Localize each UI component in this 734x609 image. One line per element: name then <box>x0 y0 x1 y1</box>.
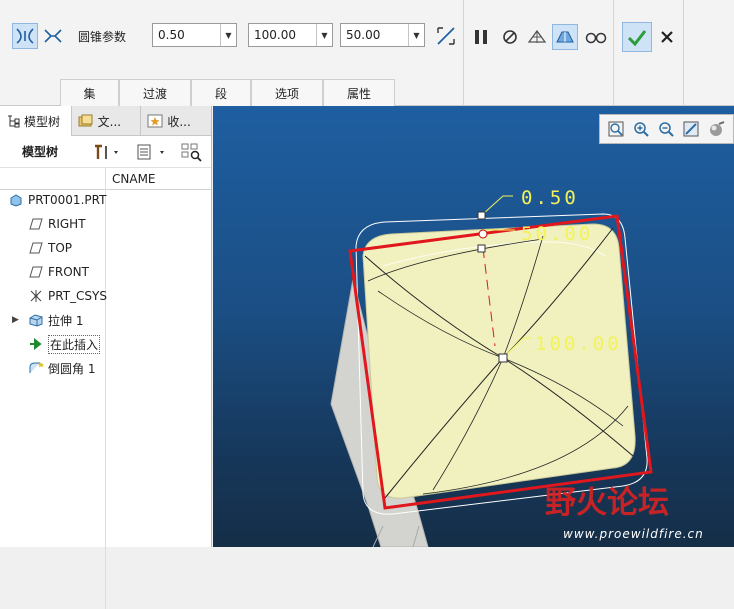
tree-item-label: 拉伸 1 <box>48 313 84 328</box>
show-list-icon[interactable] <box>136 143 170 161</box>
zoom-out-icon[interactable] <box>656 119 676 139</box>
cancel-close-icon[interactable] <box>654 24 680 50</box>
tab-model-tree[interactable]: 模型树 <box>0 106 72 136</box>
favorites-icon <box>147 114 163 128</box>
filter-icon[interactable] <box>180 142 204 162</box>
folder-icon <box>78 114 93 127</box>
ribbon-tabs: 集 过渡 段 选项 属性 <box>60 79 395 106</box>
datum-plane-icon <box>28 216 44 232</box>
drag-handle[interactable] <box>477 244 486 253</box>
tree-item-extrude[interactable]: ▶ 拉伸 1 <box>12 309 83 331</box>
tab-label: 文... <box>97 114 122 129</box>
tree-item-label: RIGHT <box>48 217 86 231</box>
round-feature-icon <box>28 360 44 376</box>
chevron-down-icon[interactable]: ▼ <box>220 24 236 46</box>
datum-plane-icon <box>28 240 44 256</box>
graphics-viewport[interactable]: 0.50 50.00 100.00 野火论坛 www.proewildfire.… <box>213 106 734 547</box>
ok-check-icon[interactable] <box>622 22 652 52</box>
verify-glasses-icon[interactable] <box>583 24 609 50</box>
repaint-icon[interactable] <box>681 119 701 139</box>
conic-value: 0.50 <box>158 28 185 42</box>
tree-item-label: FRONT <box>48 265 89 279</box>
toolbar-title: 模型树 <box>22 145 59 159</box>
model-tree-icon <box>8 115 20 128</box>
chevron-down-icon[interactable]: ▼ <box>408 24 424 46</box>
tree-item-top[interactable]: TOP <box>28 237 72 259</box>
pause-icon[interactable] <box>468 24 494 50</box>
tab-pieces[interactable]: 段 <box>191 79 251 106</box>
expand-arrow-icon[interactable]: ▶ <box>12 315 24 325</box>
divider <box>463 0 464 106</box>
chamfer-set-icon[interactable] <box>40 23 66 49</box>
tree-column-header: CNAME <box>0 168 211 609</box>
model-graphics[interactable]: 0.50 50.00 100.00 野火论坛 www.proewildfire.… <box>213 106 734 547</box>
distance-2-combo[interactable]: 50.00 ▼ <box>340 23 425 47</box>
tree-item-label: 倒圆角 1 <box>48 361 96 376</box>
conic-value-combo[interactable]: 0.50 ▼ <box>152 23 237 47</box>
tree-item-insert-here[interactable]: 在此插入 <box>28 333 101 355</box>
refit-icon[interactable] <box>606 119 626 139</box>
tab-properties[interactable]: 属性 <box>323 79 395 106</box>
settings-tools-icon[interactable] <box>92 143 122 161</box>
tree-item-label: 在此插入 <box>48 334 101 354</box>
no-preview-icon[interactable] <box>497 24 523 50</box>
drag-handle[interactable] <box>498 353 508 363</box>
tree-item-label: PRT0001.PRT <box>28 193 107 207</box>
dimension-label[interactable]: 50.00 <box>521 223 593 245</box>
zoom-in-icon[interactable] <box>631 119 651 139</box>
view-toolbar <box>599 114 734 144</box>
insert-arrow-icon <box>28 336 44 352</box>
tree-item-part[interactable]: PRT0001.PRT <box>8 189 106 211</box>
column-divider[interactable] <box>105 168 106 609</box>
geometry-preview-icon[interactable] <box>552 24 578 50</box>
divider <box>613 0 614 106</box>
round-set-icon[interactable] <box>12 23 38 49</box>
tree-item-csys[interactable]: PRT_CSYS <box>28 285 107 307</box>
model-tree-panel: 模型树 文... 收... 模型树 CNAME PRT0001.PRT RIGH… <box>0 106 212 609</box>
tree-item-right[interactable]: RIGHT <box>28 213 86 235</box>
chevron-down-icon[interactable]: ▼ <box>316 24 332 46</box>
extrude-icon <box>28 312 44 328</box>
piece-preview-icon[interactable] <box>524 24 550 50</box>
tab-transitions[interactable]: 过渡 <box>119 79 191 106</box>
flip-distance-icon[interactable] <box>433 23 459 49</box>
dimension-label[interactable]: 100.00 <box>535 333 622 355</box>
distance-2-value: 50.00 <box>346 28 381 42</box>
divider <box>683 0 684 106</box>
coordinate-system-icon <box>28 288 44 304</box>
distance-1-value: 100.00 <box>254 28 296 42</box>
ribbon: 圆锥参数 0.50 ▼ 100.00 ▼ 50.00 ▼ 集 过渡 段 选项 属… <box>0 0 734 106</box>
tree-item-label: PRT_CSYS <box>48 289 107 303</box>
tab-favorites[interactable]: 收... <box>141 106 211 136</box>
tab-label: 模型树 <box>24 114 61 129</box>
tree-item-round[interactable]: 倒圆角 1 <box>28 357 95 379</box>
display-style-icon[interactable] <box>706 119 726 139</box>
tree-item-label: TOP <box>48 241 73 255</box>
distance-1-combo[interactable]: 100.00 ▼ <box>248 23 333 47</box>
datum-plane-icon <box>28 264 44 280</box>
tab-folder-browser[interactable]: 文... <box>72 106 142 136</box>
conic-param-label: 圆锥参数 <box>78 30 127 44</box>
model-tree-toolbar: 模型树 <box>0 136 211 168</box>
dimension-label[interactable]: 0.50 <box>521 187 579 209</box>
tab-sets[interactable]: 集 <box>60 79 119 106</box>
watermark-title: 野火论坛 <box>545 485 669 521</box>
drag-handle[interactable] <box>477 211 486 220</box>
panel-tabs: 模型树 文... 收... <box>0 106 211 136</box>
tree-item-front[interactable]: FRONT <box>28 261 89 283</box>
part-icon <box>8 192 24 208</box>
leader-line <box>482 195 513 215</box>
tab-options[interactable]: 选项 <box>251 79 323 106</box>
watermark-url: www.proewildfire.cn <box>563 527 704 541</box>
anchor-handle[interactable] <box>478 229 488 239</box>
tab-label: 收... <box>167 114 191 129</box>
cname-column-header[interactable]: CNAME <box>112 172 156 186</box>
